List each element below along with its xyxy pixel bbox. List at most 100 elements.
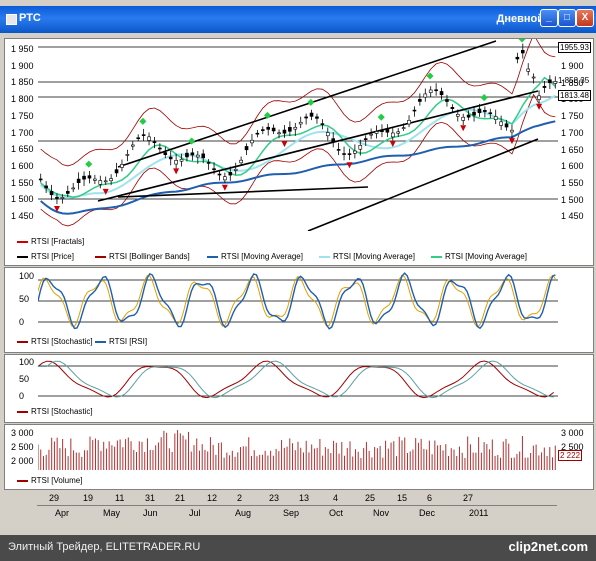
- candle-body: [412, 109, 417, 112]
- candle-body: [168, 156, 173, 160]
- x-tick-label: Oct: [329, 508, 344, 518]
- candle-body: [125, 154, 130, 156]
- x-tick-label: Sep: [283, 508, 300, 518]
- price-tag-high: 1955.93: [558, 42, 591, 53]
- candle-body: [71, 187, 76, 190]
- candle-body: [320, 123, 325, 125]
- candle-body: [298, 121, 303, 125]
- candle-body: [163, 152, 168, 155]
- x-tick-label: Nov: [373, 508, 390, 518]
- candle-body: [450, 107, 455, 109]
- legend-stochastic: RTSI [Stochastic]: [17, 337, 93, 346]
- y-tick-label: 1 700: [561, 127, 584, 138]
- y-tick-label: 1 550: [561, 177, 584, 188]
- candle-body: [520, 49, 525, 54]
- y-tick-label: 50: [19, 294, 30, 304]
- candle-body: [510, 129, 514, 133]
- oscillator-panel: 100 50 0 RTSI [Stochastic] RTSI [RSI]: [4, 267, 594, 353]
- y-tick-label: 1 500: [11, 194, 34, 205]
- candle-body: [114, 169, 119, 174]
- candle-body: [445, 99, 449, 102]
- legend-swatch: [207, 255, 218, 258]
- legend-label: RTSI [RSI]: [109, 337, 148, 346]
- x-tick-label: 31: [145, 493, 156, 503]
- y-tick-label: 1 650: [561, 144, 584, 155]
- moving-average-1: [40, 120, 556, 215]
- y-tick-label: 50: [19, 374, 30, 384]
- candle-body: [526, 68, 531, 72]
- close-button[interactable]: X: [576, 9, 594, 27]
- price-plot[interactable]: [38, 39, 558, 231]
- candle-body: [363, 138, 368, 140]
- legend-swatch: [95, 340, 106, 343]
- y-tick-label: 1 700: [11, 127, 34, 138]
- x-tick-label: 13: [299, 493, 310, 503]
- candle-body: [44, 185, 48, 189]
- candle-body: [201, 153, 206, 159]
- legend-label: RTSI [Bollinger Bands]: [109, 252, 190, 261]
- legend-swatch: [17, 479, 28, 482]
- stochastic-plot[interactable]: [38, 358, 558, 402]
- legend-swatch: [17, 240, 28, 243]
- candle-body: [239, 159, 243, 164]
- x-axis-days: 29 19 11 31 21 12 2 23 13 4 25 15 6 27: [37, 491, 557, 505]
- candle-body: [385, 128, 390, 133]
- fractal-up: [85, 160, 93, 168]
- candle-body: [87, 175, 92, 179]
- volume-chart: [38, 430, 556, 470]
- candle-body: [152, 141, 157, 144]
- fractal-up: [139, 117, 147, 125]
- legend-label: RTSI [Fractals]: [31, 237, 85, 246]
- candle-body: [277, 132, 281, 135]
- candle-body: [147, 136, 151, 141]
- candle-body: [407, 119, 411, 125]
- maximize-button[interactable]: □: [558, 9, 576, 27]
- legend-label: RTSI [Moving Average]: [333, 252, 415, 261]
- x-tick-label: 23: [269, 493, 280, 503]
- x-tick-label: May: [103, 508, 121, 518]
- candle-body: [282, 129, 287, 134]
- y-tick-label: 1 750: [11, 110, 34, 121]
- footer-caption: Элитный Трейдер, ELITETRADER.RU: [8, 541, 201, 553]
- candle-body: [217, 173, 222, 176]
- stochastic-panel: 100 50 0 RTSI [Stochastic]: [4, 354, 594, 423]
- fractal-up: [518, 39, 526, 43]
- y-tick-label: 3 000: [11, 428, 34, 438]
- legend-price: RTSI [Price]: [17, 252, 74, 261]
- legend-swatch: [17, 340, 28, 343]
- moving-average-3: [40, 76, 556, 199]
- fractal-down: [281, 141, 288, 148]
- x-tick-label: Apr: [55, 508, 70, 518]
- candle-body: [65, 191, 70, 194]
- window-title: РТС: [19, 12, 41, 24]
- legend-label: RTSI [Volume]: [31, 476, 83, 485]
- fractal-down: [346, 162, 353, 169]
- legend-ma-2: RTSI [Moving Average]: [319, 252, 415, 261]
- candle-body: [136, 137, 141, 140]
- x-tick-label: 11: [115, 493, 125, 503]
- period-label[interactable]: Дневной: [497, 13, 545, 25]
- candle-body: [483, 110, 487, 112]
- candle-body: [499, 121, 503, 126]
- candle-body: [466, 114, 471, 118]
- candle-body: [472, 111, 476, 116]
- legend-bollinger: RTSI [Bollinger Bands]: [95, 252, 190, 261]
- candle-body: [255, 132, 260, 135]
- oscillator-plot[interactable]: [38, 270, 558, 332]
- legend-fractals: RTSI [Fractals]: [17, 237, 84, 246]
- candle-body: [380, 130, 384, 133]
- candle-body: [488, 112, 493, 115]
- legend-rsi: RTSI [RSI]: [95, 337, 147, 346]
- volume-plot[interactable]: [38, 428, 558, 470]
- candle-body: [206, 162, 211, 164]
- legend-stochastic: RTSI [Stochastic]: [17, 407, 93, 416]
- candle-body: [179, 158, 184, 162]
- legend-swatch: [319, 255, 330, 258]
- minimize-button[interactable]: _: [540, 9, 558, 27]
- fractal-down: [173, 168, 180, 175]
- candle-body: [130, 144, 135, 147]
- footer-bar: Элитный Трейдер, ELITETRADER.RU clip2net…: [0, 535, 596, 561]
- candle-body: [374, 131, 379, 134]
- candle-body: [223, 176, 227, 181]
- x-tick-label: Jul: [189, 508, 201, 518]
